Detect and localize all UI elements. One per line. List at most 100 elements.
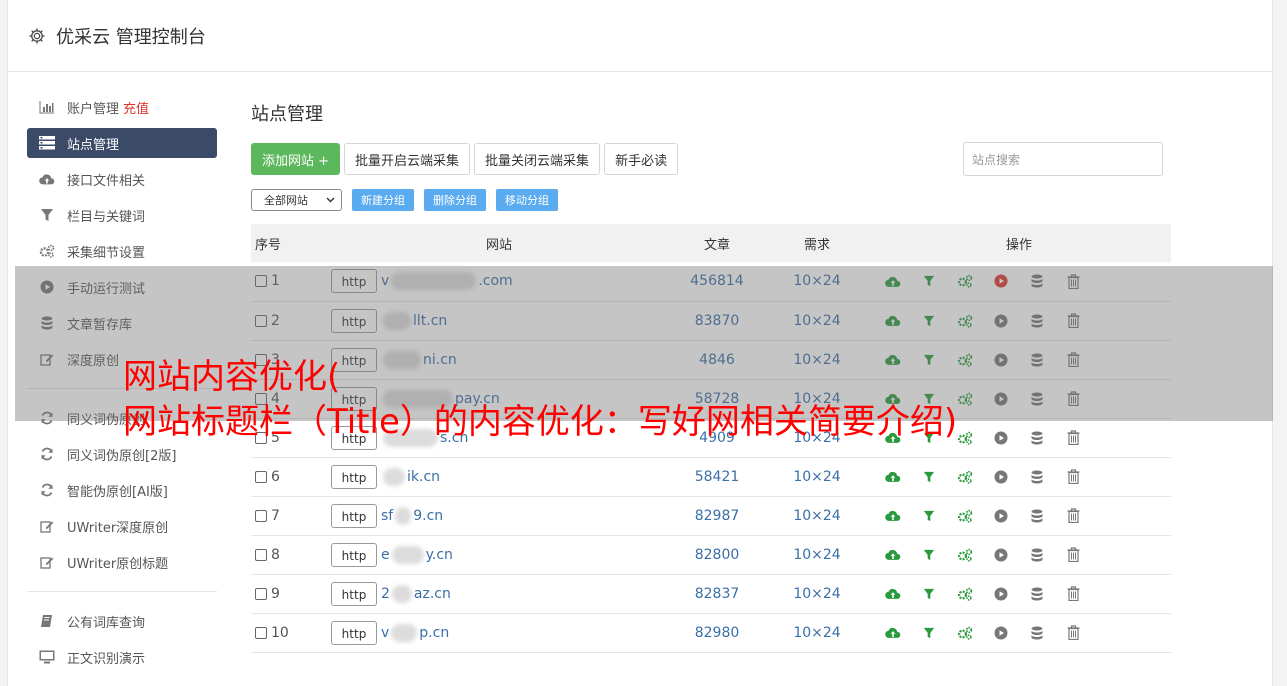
- batch-open-button[interactable]: 批量开启云端采集: [344, 143, 471, 175]
- trash-icon[interactable]: [1055, 584, 1091, 604]
- site-search-input[interactable]: 站点搜索: [963, 142, 1163, 176]
- sidebar-item-public-lexicon[interactable]: 公有词库查询: [27, 606, 217, 636]
- http-protocol-button[interactable]: http: [331, 542, 377, 567]
- redaction-blur: [391, 545, 424, 564]
- cell-site: http e y.cn: [327, 535, 667, 575]
- new-group-button[interactable]: 新建分组: [352, 189, 414, 211]
- cell-demand[interactable]: 10×24: [767, 613, 867, 653]
- cell-articles[interactable]: 58421: [667, 457, 767, 497]
- cell-demand[interactable]: 10×24: [767, 535, 867, 575]
- sidebar-item-interface-files[interactable]: 接口文件相关: [27, 164, 217, 194]
- cell-site: http v p.cn: [327, 613, 667, 653]
- http-protocol-button[interactable]: http: [331, 581, 377, 606]
- cloud-upload-icon[interactable]: [875, 467, 911, 487]
- site-link[interactable]: sf 9.cn: [381, 506, 443, 525]
- cogs-icon[interactable]: [947, 506, 983, 526]
- trash-icon[interactable]: [1055, 623, 1091, 643]
- filter-icon[interactable]: [911, 506, 947, 526]
- filter-icon[interactable]: [911, 545, 947, 565]
- sidebar-item-account[interactable]: 账户管理 充值: [27, 92, 217, 122]
- row-checkbox[interactable]: [255, 626, 267, 639]
- cell-articles[interactable]: 82980: [667, 613, 767, 653]
- cloud-upload-icon[interactable]: [875, 584, 911, 604]
- sidebar-item-collect-settings[interactable]: 采集细节设置: [27, 236, 217, 266]
- table-row[interactable]: 7 http sf 9.cn 82987 10×24: [251, 496, 1171, 536]
- row-checkbox[interactable]: [255, 587, 267, 600]
- row-checkbox[interactable]: [255, 470, 267, 483]
- group-toolbar: 全部网站 新建分组 删除分组 移动分组: [251, 188, 1176, 212]
- play-circle-icon[interactable]: [983, 623, 1019, 643]
- play-circle-icon[interactable]: [983, 428, 1019, 448]
- cell-ops: [867, 574, 1171, 614]
- play-circle-icon[interactable]: [983, 584, 1019, 604]
- play-circle-icon[interactable]: [983, 506, 1019, 526]
- cogs-icon[interactable]: [947, 467, 983, 487]
- site-link[interactable]: e y.cn: [381, 545, 453, 564]
- cloud-upload-icon[interactable]: [875, 506, 911, 526]
- cell-ops: [867, 496, 1171, 536]
- site-link[interactable]: 2 az.cn: [381, 584, 451, 603]
- book-icon: [39, 613, 55, 629]
- filter-icon[interactable]: [911, 584, 947, 604]
- cell-articles[interactable]: 82837: [667, 574, 767, 614]
- recharge-link[interactable]: 充值: [123, 98, 149, 117]
- cogs-icon[interactable]: [947, 584, 983, 604]
- database-icon[interactable]: [1019, 545, 1055, 565]
- move-group-button[interactable]: 移动分组: [496, 189, 558, 211]
- table-row[interactable]: 9 http 2 az.cn 82837 10×24: [251, 574, 1171, 614]
- cogs-icon[interactable]: [947, 623, 983, 643]
- row-checkbox[interactable]: [255, 509, 267, 522]
- sidebar-item-uwriter-title[interactable]: UWriter原创标题: [27, 547, 217, 577]
- cell-articles[interactable]: 82987: [667, 496, 767, 536]
- sidebar-item-label: 栏目与关键词: [67, 209, 146, 225]
- table-row[interactable]: 10 http v p.cn 82980 10×24: [251, 613, 1171, 653]
- sidebar-item-label: UWriter深度原创: [67, 520, 169, 536]
- database-icon[interactable]: [1019, 506, 1055, 526]
- cell-site: http sf 9.cn: [327, 496, 667, 536]
- site-suffix: y.cn: [425, 546, 453, 563]
- sidebar-item-label: 公有词库查询: [67, 615, 146, 631]
- site-link[interactable]: ik.cn: [381, 467, 441, 486]
- http-protocol-button[interactable]: http: [331, 620, 377, 645]
- database-icon[interactable]: [1019, 623, 1055, 643]
- cloud-upload-icon[interactable]: [875, 545, 911, 565]
- guide-button[interactable]: 新手必读: [604, 143, 679, 175]
- delete-group-button[interactable]: 删除分组: [424, 189, 486, 211]
- row-number: 6: [271, 468, 280, 485]
- site-suffix: ik.cn: [407, 468, 441, 485]
- sidebar-item-ai-rewrite[interactable]: 智能伪原创[AI版]: [27, 475, 217, 505]
- trash-icon[interactable]: [1055, 467, 1091, 487]
- cogs-icon[interactable]: [947, 545, 983, 565]
- table-row[interactable]: 8 http e y.cn 82800 10×24: [251, 535, 1171, 575]
- site-prefix: sf: [381, 507, 394, 524]
- header-site: 网站: [485, 237, 512, 253]
- sidebar-item-text-recognition[interactable]: 正文识别演示: [27, 642, 217, 672]
- play-circle-icon[interactable]: [983, 545, 1019, 565]
- trash-icon[interactable]: [1055, 428, 1091, 448]
- database-icon[interactable]: [1019, 467, 1055, 487]
- http-protocol-button[interactable]: http: [331, 464, 377, 489]
- row-checkbox[interactable]: [255, 548, 267, 561]
- http-protocol-button[interactable]: http: [331, 503, 377, 528]
- cloud-upload-icon[interactable]: [875, 623, 911, 643]
- group-select[interactable]: 全部网站: [251, 189, 342, 211]
- database-icon[interactable]: [1019, 428, 1055, 448]
- sidebar-item-columns-keywords[interactable]: 栏目与关键词: [27, 200, 217, 230]
- site-link[interactable]: v p.cn: [381, 623, 449, 642]
- cell-articles[interactable]: 82800: [667, 535, 767, 575]
- filter-icon[interactable]: [911, 623, 947, 643]
- edit-icon: [39, 554, 55, 570]
- cell-demand[interactable]: 10×24: [767, 496, 867, 536]
- batch-close-button[interactable]: 批量关闭云端采集: [474, 143, 601, 175]
- trash-icon[interactable]: [1055, 545, 1091, 565]
- add-site-button[interactable]: 添加网站 +: [251, 143, 341, 175]
- cell-demand[interactable]: 10×24: [767, 457, 867, 497]
- filter-icon[interactable]: [911, 467, 947, 487]
- sidebar-item-site-management[interactable]: 站点管理: [27, 128, 217, 158]
- sidebar-item-uwriter-deep[interactable]: UWriter深度原创: [27, 511, 217, 541]
- trash-icon[interactable]: [1055, 506, 1091, 526]
- table-row[interactable]: 6 http ik.cn 58421 10×24: [251, 457, 1171, 497]
- play-circle-icon[interactable]: [983, 467, 1019, 487]
- cell-demand[interactable]: 10×24: [767, 574, 867, 614]
- database-icon[interactable]: [1019, 584, 1055, 604]
